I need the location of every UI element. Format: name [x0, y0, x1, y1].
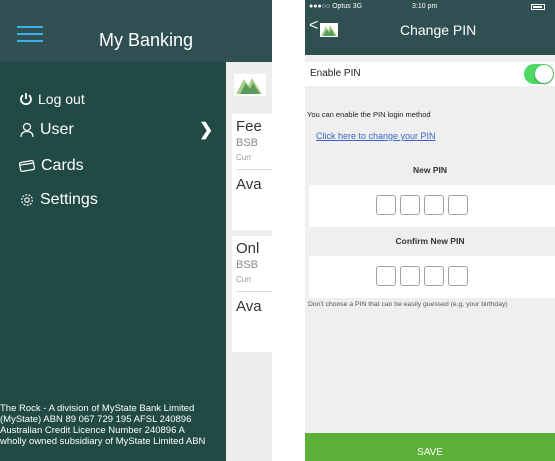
- pin-hint-text: Don't choose a PIN that can be easily gu…: [308, 301, 508, 308]
- legal-footer: The Rock - A division of MyState Bank Li…: [0, 403, 226, 447]
- accounts-peek: Fee BSB Curr Ava Onl BSB Curr Ava: [226, 62, 272, 461]
- new-pin-box: [309, 185, 555, 227]
- power-icon: [20, 93, 32, 106]
- confirm-pin-label: Confirm New PIN: [395, 236, 465, 246]
- user-menu-item[interactable]: User: [19, 121, 74, 139]
- confirm-pin-digit-input[interactable]: [400, 266, 420, 286]
- divider: [236, 291, 272, 292]
- account-name: Onl: [236, 240, 260, 257]
- enable-pin-row: Enable PIN: [305, 62, 555, 86]
- account-available: Ava: [236, 298, 262, 315]
- bank-logo: [234, 74, 266, 96]
- card-icon: [19, 159, 36, 173]
- enable-pin-toggle[interactable]: [524, 64, 554, 84]
- divider: [236, 169, 272, 170]
- account-card[interactable]: Onl BSB Curr Ava: [232, 236, 272, 352]
- new-pin-digit-input[interactable]: [424, 195, 444, 215]
- battery-icon: [531, 4, 545, 10]
- side-drawer: Log out User ❯ Cards Settings The Rock -…: [0, 62, 226, 461]
- right-screen: ●●●○○ Optus 3G 3:10 pm < Change PIN Enab…: [305, 0, 555, 461]
- new-pin-digit-input[interactable]: [376, 195, 396, 215]
- logout-label: Log out: [38, 91, 85, 107]
- page-title: My Banking: [99, 30, 194, 50]
- hamburger-menu-icon[interactable]: [12, 22, 48, 50]
- footer-line: wholly owned subsidiary of MyState Limit…: [0, 436, 206, 447]
- pin-info-text: You can enable the PIN login method: [307, 110, 431, 119]
- confirm-pin-digit-input[interactable]: [376, 266, 396, 286]
- save-button[interactable]: SAVE: [305, 433, 555, 461]
- new-pin-digit-input[interactable]: [400, 195, 420, 215]
- bank-logo: [320, 23, 338, 37]
- gear-icon: [21, 194, 33, 206]
- change-pin-header: ●●●○○ Optus 3G 3:10 pm < Change PIN: [305, 0, 555, 55]
- change-pin-link[interactable]: Click here to change your PIN: [316, 131, 436, 141]
- account-currency: Curr: [236, 275, 252, 284]
- settings-label: Settings: [40, 191, 98, 208]
- account-bsb: BSB: [236, 259, 259, 271]
- account-name: Fee: [236, 118, 262, 135]
- banking-header: My Banking: [0, 0, 272, 62]
- back-icon[interactable]: <: [309, 17, 318, 35]
- account-currency: Curr: [236, 153, 252, 162]
- footer-line: Australian Credit Licence Number 240896 …: [0, 425, 185, 436]
- account-card[interactable]: Fee BSB Curr Ava: [232, 114, 272, 230]
- cards-menu-item[interactable]: Cards: [19, 157, 84, 175]
- status-time: 3:10 pm: [412, 3, 438, 10]
- new-pin-label: New PIN: [412, 165, 447, 175]
- settings-menu-item[interactable]: Settings: [19, 191, 98, 209]
- confirm-pin-digit-input[interactable]: [424, 266, 444, 286]
- cards-label: Cards: [41, 157, 84, 174]
- chevron-right-icon[interactable]: ❯: [199, 120, 213, 140]
- carrier-signal: ●●●○○ Optus 3G: [309, 3, 363, 10]
- account-bsb: BSB: [236, 137, 259, 149]
- footer-line: (MyState) ABN 89 067 729 195 AFSL 240896: [0, 414, 192, 425]
- left-screen: My Banking Log out User ❯ Cards Settings…: [0, 0, 272, 461]
- toggle-knob: [535, 65, 553, 83]
- page-title: Change PIN: [400, 22, 477, 38]
- user-label: User: [40, 121, 74, 138]
- footer-line: The Rock - A division of MyState Bank Li…: [0, 403, 195, 414]
- logout-menu-item[interactable]: Log out: [19, 91, 85, 107]
- confirm-pin-box: [309, 256, 555, 298]
- user-icon: [20, 122, 34, 138]
- new-pin-digit-input[interactable]: [448, 195, 468, 215]
- account-available: Ava: [236, 176, 262, 193]
- enable-pin-label: Enable PIN: [310, 68, 361, 79]
- confirm-pin-digit-input[interactable]: [448, 266, 468, 286]
